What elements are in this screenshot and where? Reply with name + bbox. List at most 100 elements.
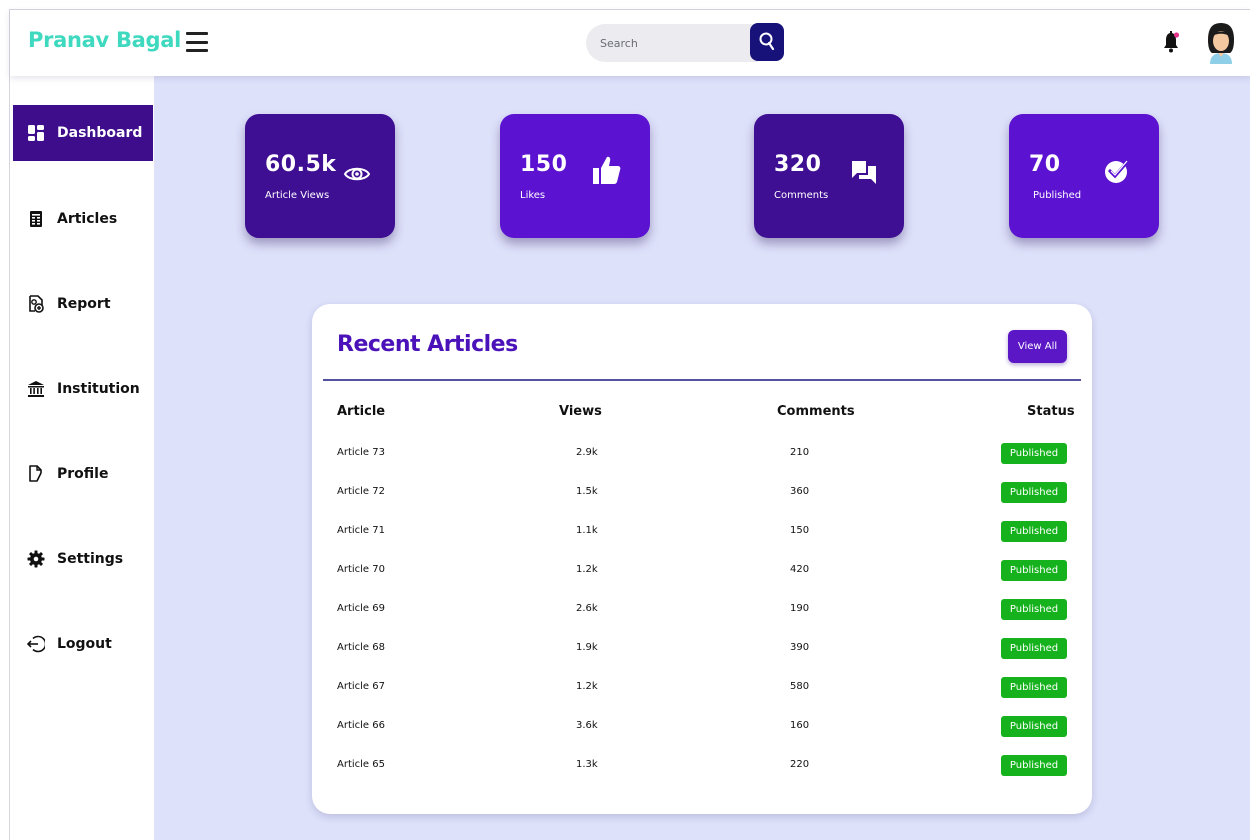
table-row[interactable]: Article 73 2.9k 210 Published: [312, 443, 1092, 465]
recent-articles-panel: Recent Articles View All Article Views C…: [312, 304, 1092, 814]
table-row[interactable]: Article 67 1.2k 580 Published: [312, 677, 1092, 699]
comments-icon: [852, 161, 876, 184]
search-input[interactable]: [586, 24, 758, 62]
sidebar-item-articles[interactable]: Articles: [13, 191, 153, 247]
status-badge: Published: [1001, 443, 1067, 464]
report-icon: [29, 295, 44, 313]
column-header-views[interactable]: Views: [559, 404, 602, 419]
status-badge: Published: [1001, 716, 1067, 737]
article-name[interactable]: Article 68: [337, 642, 385, 653]
article-comments: 580: [790, 681, 810, 692]
panel-title: Recent Articles: [337, 332, 518, 357]
dashboard-icon: [28, 125, 44, 141]
article-comments: 420: [790, 564, 810, 575]
sidebar-item-label: Profile: [57, 466, 109, 482]
brand-name[interactable]: Pranav Bagal: [28, 28, 181, 52]
institution-icon: [28, 381, 44, 397]
sidebar-item-institution[interactable]: Institution: [13, 361, 153, 417]
sidebar-item-label: Articles: [57, 211, 118, 227]
article-views: 1.2k: [576, 564, 598, 575]
article-comments: 160: [790, 720, 810, 731]
article-views: 1.2k: [576, 681, 598, 692]
article-views: 1.3k: [576, 759, 598, 770]
article-views: 2.6k: [576, 603, 598, 614]
articles-icon: [30, 211, 42, 227]
sidebar-item-settings[interactable]: Settings: [13, 531, 153, 587]
article-comments: 150: [790, 525, 810, 536]
article-views: 1.5k: [576, 486, 598, 497]
sidebar-item-label: Settings: [57, 551, 124, 567]
status-badge: Published: [1001, 521, 1067, 542]
app-frame: Pranav Bagal Search Dashboard Articles R…: [9, 9, 1250, 840]
status-badge: Published: [1001, 482, 1067, 503]
status-badge: Published: [1001, 599, 1067, 620]
sidebar-item-profile[interactable]: Profile: [13, 446, 153, 502]
article-name[interactable]: Article 65: [337, 759, 385, 770]
article-name[interactable]: Article 70: [337, 564, 385, 575]
sidebar-item-dashboard[interactable]: Dashboard: [13, 105, 153, 161]
stat-value: 60.5k: [265, 152, 337, 177]
search-bar: [586, 23, 784, 63]
article-name[interactable]: Article 67: [337, 681, 385, 692]
table-row[interactable]: Article 66 3.6k 160 Published: [312, 716, 1092, 738]
search-icon: [759, 32, 775, 51]
stat-value: 320: [774, 152, 822, 177]
table-row[interactable]: Article 65 1.3k 220 Published: [312, 755, 1092, 777]
hamburger-icon[interactable]: [186, 30, 208, 54]
eye-icon: [343, 167, 371, 181]
article-comments: 360: [790, 486, 810, 497]
article-comments: 390: [790, 642, 810, 653]
article-name[interactable]: Article 73: [337, 447, 385, 458]
bell-icon[interactable]: [1162, 30, 1180, 54]
search-button[interactable]: [750, 23, 784, 61]
article-comments: 190: [790, 603, 810, 614]
article-name[interactable]: Article 71: [337, 525, 385, 536]
article-views: 1.9k: [576, 642, 598, 653]
article-views: 3.6k: [576, 720, 598, 731]
sidebar-item-label: Institution: [57, 381, 140, 397]
sidebar: Dashboard Articles Report Institution Pr…: [10, 76, 154, 840]
status-badge: Published: [1001, 755, 1067, 776]
column-header-article[interactable]: Article: [337, 404, 385, 419]
table-row[interactable]: Article 68 1.9k 390 Published: [312, 638, 1092, 660]
article-comments: 220: [790, 759, 810, 770]
column-header-status[interactable]: Status: [1027, 404, 1075, 419]
sidebar-item-label: Report: [57, 296, 111, 312]
stat-card-comments[interactable]: 320 Comments: [754, 114, 904, 238]
article-name[interactable]: Article 66: [337, 720, 385, 731]
gear-icon: [27, 550, 45, 568]
logout-icon: [27, 635, 45, 653]
column-header-comments[interactable]: Comments: [777, 404, 855, 419]
status-badge: Published: [1001, 560, 1067, 581]
stat-value: 70: [1029, 152, 1061, 177]
profile-icon: [29, 465, 42, 482]
divider: [323, 379, 1081, 381]
table-row[interactable]: Article 69 2.6k 190 Published: [312, 599, 1092, 621]
table-row[interactable]: Article 72 1.5k 360 Published: [312, 482, 1092, 504]
stat-label: Likes: [520, 190, 546, 201]
table-row[interactable]: Article 71 1.1k 150 Published: [312, 521, 1092, 543]
thumbs-up-icon: [593, 156, 621, 184]
check-badge-icon: [1105, 159, 1130, 183]
stat-label: Article Views: [265, 190, 330, 201]
article-name[interactable]: Article 69: [337, 603, 385, 614]
sidebar-item-logout[interactable]: Logout: [13, 616, 153, 672]
sidebar-item-report[interactable]: Report: [13, 276, 153, 332]
stat-label: Comments: [774, 190, 829, 201]
table-row[interactable]: Article 70 1.2k 420 Published: [312, 560, 1092, 582]
user-avatar[interactable]: [1206, 22, 1236, 64]
article-name[interactable]: Article 72: [337, 486, 385, 497]
stat-card-likes[interactable]: 150 Likes: [500, 114, 650, 238]
stat-value: 150: [520, 152, 568, 177]
article-views: 2.9k: [576, 447, 598, 458]
status-badge: Published: [1001, 677, 1067, 698]
stat-card-published[interactable]: 70 Published: [1009, 114, 1159, 238]
article-views: 1.1k: [576, 525, 598, 536]
stat-card-views[interactable]: 60.5k Article Views: [245, 114, 395, 238]
sidebar-item-label: Dashboard: [57, 125, 143, 141]
view-all-button[interactable]: View All: [1008, 330, 1067, 363]
stat-label: Published: [1033, 190, 1082, 201]
article-comments: 210: [790, 447, 810, 458]
sidebar-item-label: Logout: [57, 636, 112, 652]
status-badge: Published: [1001, 638, 1067, 659]
